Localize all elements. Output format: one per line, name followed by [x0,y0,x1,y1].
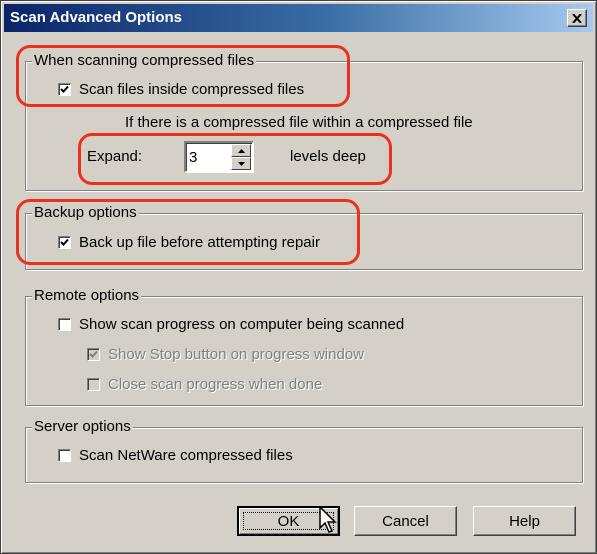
close-scan-progress-checkbox: Close scan progress when done [87,376,322,393]
stepper-down-button[interactable] [231,157,251,170]
checkmark-icon [89,350,98,358]
dialog-title: Scan Advanced Options [10,9,182,26]
arrow-down-icon [237,161,245,166]
scan-inside-compressed-label: Scan files inside compressed files [79,81,305,98]
mouse-cursor-icon [319,506,337,533]
nested-compressed-text: If there is a compressed file within a c… [125,114,473,131]
expand-levels-value[interactable]: 3 [189,149,197,166]
cancel-button[interactable]: Cancel [354,506,457,536]
show-scan-progress-checkbox[interactable]: Show scan progress on computer being sca… [58,316,404,333]
close-scan-progress-label: Close scan progress when done [108,376,323,393]
close-scan-progress-box [87,378,100,391]
help-button[interactable]: Help [473,506,576,536]
scan-netware-box[interactable] [58,449,71,462]
backup-before-repair-checkbox[interactable]: Back up file before attempting repair [58,234,320,251]
dialog-window: Scan Advanced Options When scanning comp… [0,0,597,554]
scan-netware-label: Scan NetWare compressed files [79,447,293,464]
stepper-up-button[interactable] [231,144,251,157]
stepper-buttons [231,144,251,170]
compressed-files-legend: When scanning compressed files [32,52,257,69]
scan-netware-checkbox[interactable]: Scan NetWare compressed files [58,447,293,464]
help-button-label: Help [509,512,540,530]
show-scan-progress-label: Show scan progress on computer being sca… [79,316,405,333]
cancel-button-label: Cancel [382,512,429,530]
title-bar[interactable]: Scan Advanced Options [4,4,593,32]
checkmark-icon [60,85,69,93]
backup-before-repair-label: Back up file before attempting repair [79,234,320,251]
backup-options-legend: Backup options [32,204,139,221]
checkmark-icon [60,238,69,246]
scan-inside-compressed-box[interactable] [58,83,71,96]
backup-before-repair-box[interactable] [58,236,71,249]
show-stop-button-label: Show Stop button on progress window [108,346,364,363]
levels-deep-label: levels deep [290,148,366,165]
arrow-up-icon [237,148,245,153]
remote-options-legend: Remote options [32,287,142,304]
scan-inside-compressed-checkbox[interactable]: Scan files inside compressed files [58,81,304,98]
show-stop-button-checkbox: Show Stop button on progress window [87,346,364,363]
show-scan-progress-box[interactable] [58,318,71,331]
show-stop-button-box [87,348,100,361]
close-icon [572,13,582,23]
expand-label: Expand: [87,148,143,165]
expand-levels-stepper[interactable]: 3 [184,141,254,173]
server-options-legend: Server options [32,418,133,435]
close-button[interactable] [567,9,587,27]
